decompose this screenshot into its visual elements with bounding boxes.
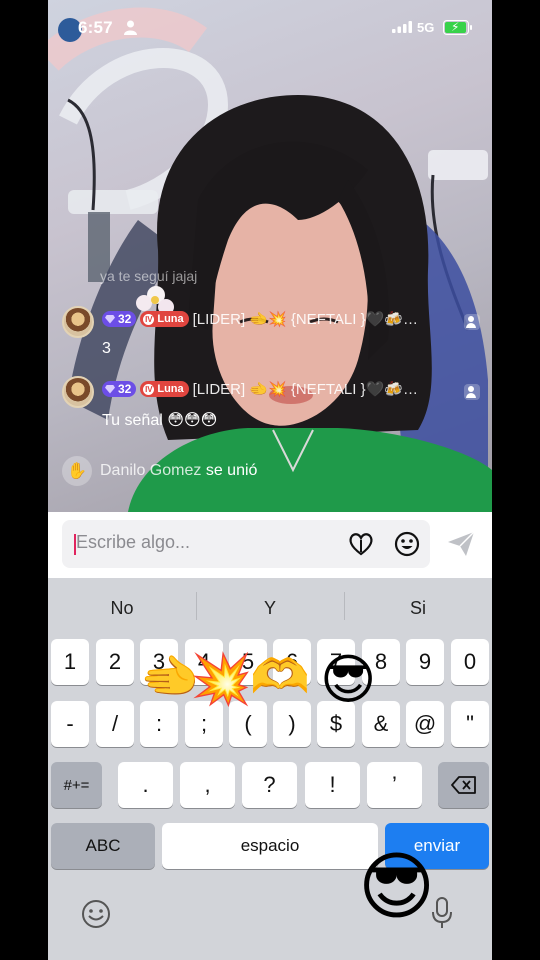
key-close-paren[interactable]: ) (273, 701, 311, 747)
key-slash[interactable]: / (96, 701, 134, 747)
chat-username[interactable]: [LIDER] 🫲💥 {NEFTALI }🖤🍻… (193, 380, 418, 398)
avatar[interactable] (62, 376, 94, 408)
join-username[interactable]: Danilo Gomez (100, 462, 201, 479)
suggestion-si[interactable]: Si (344, 598, 492, 619)
chat-faded-line: ya te seguí jajaj (100, 268, 198, 284)
chat-username[interactable]: [LIDER] 🫲💥 {NEFTALI }🖤🍻… (193, 310, 418, 328)
key-quote[interactable]: " (451, 701, 489, 747)
chat-message-header: 32 IV Luna [LIDER] 🫲💥 {NEFTALI }🖤🍻… (102, 310, 418, 328)
key-period[interactable]: . (118, 762, 173, 808)
key-8[interactable]: 8 (362, 639, 400, 685)
key-space[interactable]: espacio (162, 823, 378, 869)
send-icon[interactable] (446, 530, 476, 558)
suggestion-y[interactable]: Y (196, 598, 344, 619)
status-bar: 6:57 5G ⚡ (48, 0, 492, 56)
key-2[interactable]: 2 (96, 639, 134, 685)
key-7[interactable]: 7 (317, 639, 355, 685)
wave-hand-icon: ✋ (62, 456, 92, 486)
level-badge: 32 (102, 311, 137, 327)
key-comma[interactable]: , (180, 762, 235, 808)
chat-message-text: Tu señal 😳😳😳 (102, 412, 218, 429)
key-0[interactable]: 0 (451, 639, 489, 685)
key-ampersand[interactable]: & (362, 701, 400, 747)
key-abc[interactable]: ABC (51, 823, 155, 869)
fan-club-badge: IV Luna (140, 311, 189, 327)
join-action: se unió (205, 462, 258, 479)
comment-input[interactable] (76, 532, 336, 553)
backspace-icon (450, 776, 476, 794)
keyboard: No Y Si 1 2 3 4 5 6 7 8 9 0 - / : ; ( ) … (48, 578, 492, 960)
diamond-icon (105, 384, 115, 394)
key-backspace[interactable] (438, 762, 489, 808)
heart-icon[interactable] (348, 532, 374, 556)
key-open-paren[interactable]: ( (229, 701, 267, 747)
key-semicolon[interactable]: ; (185, 701, 223, 747)
network-type: 5G (417, 20, 435, 35)
suggestion-no[interactable]: No (48, 598, 196, 619)
key-apostrophe[interactable]: ’ (367, 762, 422, 808)
battery-icon: ⚡ (443, 20, 472, 35)
signal-icon (392, 21, 412, 33)
join-notice: ✋ Danilo Gomez se unió (62, 456, 257, 486)
phone-screen: 6:57 5G ⚡ ya te seguí jajaj 32 IV Luna [… (48, 0, 492, 960)
key-dash[interactable]: - (51, 701, 89, 747)
diamond-icon (105, 314, 115, 324)
status-time: 6:57 (78, 18, 113, 37)
key-send[interactable]: enviar (385, 823, 489, 869)
comment-bar (48, 512, 492, 578)
microphone-icon[interactable] (430, 896, 454, 930)
video-scene (48, 7, 492, 512)
key-3[interactable]: 3 (140, 639, 178, 685)
key-4[interactable]: 4 (185, 639, 223, 685)
key-1[interactable]: 1 (51, 639, 89, 685)
chat-message-text: 3 (102, 340, 111, 357)
fan-club-badge: IV Luna (140, 381, 189, 397)
emoji-icon[interactable] (394, 531, 420, 557)
key-more-symbols[interactable]: #+= (51, 762, 102, 808)
key-at[interactable]: @ (406, 701, 444, 747)
suggestion-bar: No Y Si (48, 578, 492, 634)
key-5[interactable]: 5 (229, 639, 267, 685)
key-question[interactable]: ? (242, 762, 297, 808)
person-icon (124, 20, 137, 35)
key-colon[interactable]: : (140, 701, 178, 747)
comment-input-box[interactable] (62, 520, 430, 568)
key-9[interactable]: 9 (406, 639, 444, 685)
avatar[interactable] (62, 306, 94, 338)
level-badge: 32 (102, 381, 137, 397)
emoji-keyboard-icon[interactable] (80, 898, 112, 930)
key-exclamation[interactable]: ! (305, 762, 360, 808)
profile-icon[interactable] (464, 314, 480, 330)
profile-icon[interactable] (464, 384, 480, 400)
key-6[interactable]: 6 (273, 639, 311, 685)
key-dollar[interactable]: $ (317, 701, 355, 747)
live-video: 6:57 5G ⚡ ya te seguí jajaj 32 IV Luna [… (48, 0, 492, 512)
chat-message-header: 32 IV Luna [LIDER] 🫲💥 {NEFTALI }🖤🍻… (102, 380, 418, 398)
